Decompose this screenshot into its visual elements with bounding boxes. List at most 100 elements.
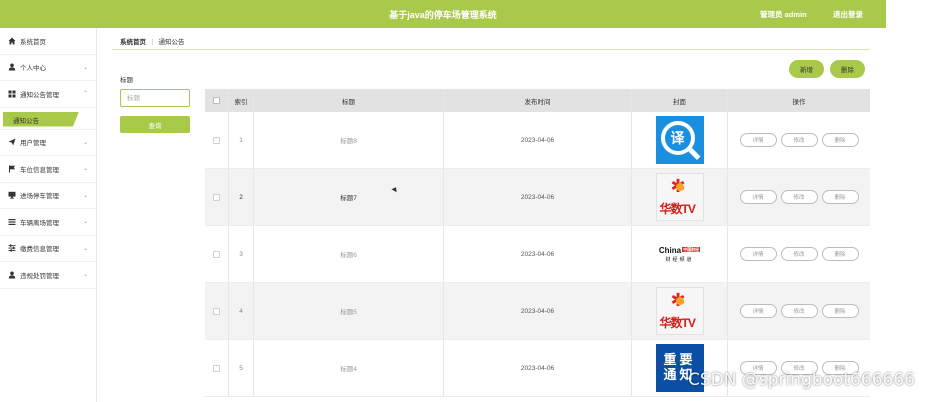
chevron-down-icon: ⌄ [82, 166, 88, 172]
chevron-down-icon: ⌄ [82, 64, 88, 71]
row-title: 标题8 [254, 112, 444, 168]
row-title: 标题4 [254, 340, 444, 396]
sidebar-item-label: 个人中心 [20, 65, 46, 73]
send-icon [8, 138, 16, 146]
row-index: 3 [229, 226, 254, 282]
table-row: 4 标题5 2023-04-06 ✱ 华数TV 详情 修改 删除 [205, 283, 870, 340]
title-search-input[interactable] [120, 89, 190, 107]
header-ops: 操作 [792, 98, 806, 106]
notice-table: 索引 标题 发布时间 封面 操作 1 标题8 2023-04-06 译 详情 修… [205, 89, 870, 397]
query-button[interactable]: 查询 [120, 116, 190, 133]
sidebar-item-label: 系统首页 [20, 38, 46, 46]
chevron-up-icon: ⌃ [82, 91, 88, 97]
user-icon [8, 63, 16, 71]
delete-button[interactable]: 删除 [821, 247, 859, 261]
app-title: 基于java的停车场管理系统 [389, 10, 497, 20]
sidebar-item-entry-parking[interactable]: 进场停车管理 ⌄ [0, 183, 96, 209]
row-title: 标题7 [254, 169, 444, 225]
chevron-down-icon: ⌄ [82, 192, 88, 199]
header-cover: 封面 [632, 89, 728, 112]
watermark: CSDN @springboot666666 [688, 370, 915, 390]
huashu-tv-logo: ✱ 华数TV [655, 287, 704, 335]
cover-subtext: 财经频道 [665, 256, 694, 263]
row-checkbox[interactable] [213, 193, 220, 201]
row-checkbox[interactable] [213, 250, 220, 258]
sidebar-item-home[interactable]: 系统首页 [0, 28, 96, 55]
sidebar-item-label: 车位信息管理 [20, 166, 59, 174]
row-index: 5 [229, 340, 254, 396]
row-date: 2023-04-06 [444, 283, 632, 339]
user-icon [8, 271, 16, 279]
delete-button[interactable]: 删除 [821, 304, 859, 318]
home-icon [8, 37, 16, 45]
filter-title-label: 标题 [120, 77, 133, 84]
row-checkbox[interactable] [213, 307, 220, 315]
row-date: 2023-04-06 [444, 340, 632, 396]
top-bar: 基于java的停车场管理系统 管理员 admin 退出登录 [0, 0, 886, 28]
sidebar: 系统首页 个人中心 ⌄ 通知公告管理 ⌃ 通知公告 用户管理 ⌄ 车位信息管理 … [0, 28, 97, 402]
sidebar-item-parking-spaces[interactable]: 车位信息管理 ⌄ [0, 156, 96, 183]
sidebar-item-profile[interactable]: 个人中心 ⌄ [0, 55, 96, 81]
row-checkbox[interactable] [213, 364, 220, 372]
cover-text: 华数TV [659, 202, 696, 216]
breadcrumb-home[interactable]: 系统首页 [120, 39, 146, 46]
select-all-checkbox[interactable] [213, 97, 220, 104]
sidebar-subitem-notice[interactable]: 通知公告 [0, 108, 96, 130]
grid-icon [8, 90, 16, 98]
sidebar-item-label: 进场停车管理 [20, 193, 59, 201]
breadcrumb-current: 通知公告 [158, 39, 185, 46]
logout-link[interactable]: 退出登录 [833, 9, 863, 20]
sidebar-item-notice-management[interactable]: 通知公告管理 ⌃ [0, 81, 96, 108]
detail-button[interactable]: 详情 [739, 133, 777, 147]
row-date: 2023-04-06 [444, 112, 632, 168]
breadcrumb: 系统首页 ⋮ 通知公告 [120, 36, 185, 46]
cover-badge: 中国财经 [682, 247, 701, 253]
row-index: 4 [229, 283, 254, 339]
chevron-down-icon: ⌄ [82, 272, 88, 278]
sliders-icon [8, 244, 16, 252]
detail-button[interactable]: 详情 [739, 247, 777, 261]
admin-label: 管理员 admin [760, 10, 807, 19]
chevron-down-icon: ⌄ [82, 139, 88, 146]
delete-button[interactable]: 删除 [821, 133, 859, 147]
huashu-tv-logo: ✱ 华数TV [655, 173, 704, 221]
flag-icon [8, 165, 16, 173]
edit-button[interactable]: 修改 [780, 133, 818, 147]
row-title: 标题6 [254, 226, 444, 282]
sidebar-item-label: 通知公告 [13, 117, 39, 125]
chevron-down-icon: ⌄ [82, 245, 88, 252]
row-checkbox[interactable] [213, 136, 220, 144]
table-header: 索引 标题 发布时间 封面 操作 [205, 89, 870, 112]
cover-text: China [658, 245, 682, 255]
sidebar-item-payments[interactable]: 缴费信息管理 ⌄ [0, 236, 96, 262]
row-date: 2023-04-06 [444, 226, 632, 282]
sidebar-item-label: 车辆离场管理 [20, 219, 59, 227]
list-icon [8, 218, 16, 226]
row-index: 1 [229, 112, 254, 168]
sidebar-item-vehicle-exit[interactable]: 车辆离场管理 ⌄ [0, 209, 96, 236]
header-title: 标题 [254, 89, 444, 112]
chevron-down-icon: ⌄ [82, 219, 88, 225]
divider [112, 49, 870, 50]
header-index: 索引 [229, 89, 254, 112]
delete-button[interactable]: 删除 [821, 190, 859, 204]
edit-button[interactable]: 修改 [780, 190, 818, 204]
sidebar-item-violations[interactable]: 违规处罚管理 ⌄ [0, 262, 96, 289]
table-row: 3 标题6 2023-04-06 China 中国财经 财经频道 详情 修改 删除 [205, 226, 870, 283]
sidebar-item-users[interactable]: 用户管理 ⌄ [0, 130, 96, 156]
breadcrumb-separator: ⋮ [149, 39, 156, 46]
edit-button[interactable]: 修改 [780, 247, 818, 261]
detail-button[interactable]: 详情 [739, 190, 777, 204]
cover-text: 重要 [663, 352, 696, 368]
china-finance-logo: China 中国财经 财经频道 [655, 230, 704, 278]
edit-button[interactable]: 修改 [780, 304, 818, 318]
table-row: 1 标题8 2023-04-06 译 详情 修改 删除 [205, 112, 870, 169]
cover-text: 华数TV [659, 316, 696, 330]
detail-button[interactable]: 详情 [739, 304, 777, 318]
sidebar-item-label: 用户管理 [20, 140, 46, 148]
row-index: 2 [229, 169, 254, 225]
header-date: 发布时间 [444, 89, 632, 112]
sidebar-item-label: 通知公告管理 [20, 91, 59, 99]
batch-delete-button[interactable]: 删除 [830, 60, 865, 78]
add-button[interactable]: 新增 [789, 60, 824, 78]
